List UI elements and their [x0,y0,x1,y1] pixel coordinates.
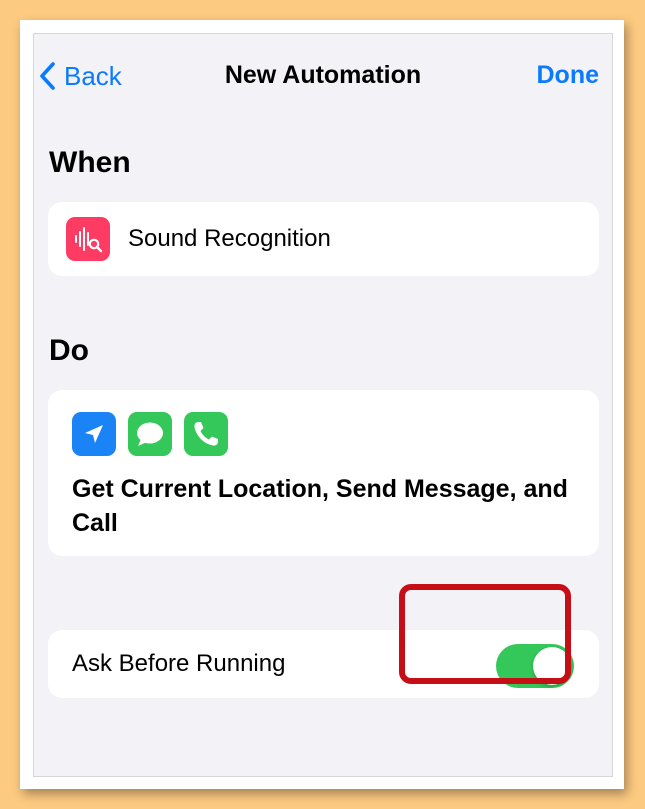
action-icons [72,412,228,456]
actions-label: Get Current Location, Send Message, and … [72,475,568,537]
ask-before-running-label: Ask Before Running [72,650,286,677]
trigger-label: Sound Recognition [128,225,331,252]
highlight-annotation [399,584,571,684]
message-bubble-icon [128,412,172,456]
sound-recognition-icon [66,217,110,261]
navigation-bar: Back New Automation Done [34,34,612,110]
page-title: New Automation [224,61,422,89]
actions-card[interactable]: Get Current Location, Send Message, and … [48,390,599,556]
phone-icon [184,412,228,456]
done-button[interactable]: Done [537,61,600,90]
trigger-card[interactable]: Sound Recognition [48,202,599,276]
when-heading: When [49,146,131,179]
do-heading: Do [49,334,89,367]
location-arrow-icon [72,412,116,456]
